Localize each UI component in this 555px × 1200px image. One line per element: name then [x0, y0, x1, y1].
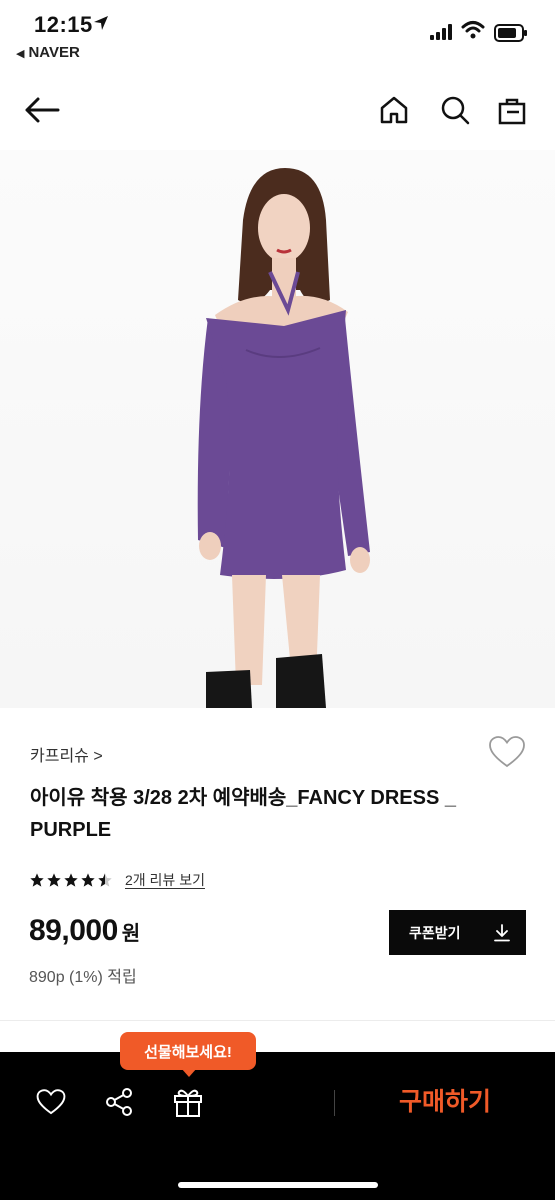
- battery-icon: [494, 24, 528, 47]
- star-half-icon: [98, 873, 112, 887]
- review-link[interactable]: 2개 리뷰 보기: [125, 870, 205, 890]
- back-arrow-icon[interactable]: [24, 92, 60, 128]
- home-icon[interactable]: [376, 92, 412, 128]
- back-triangle-icon: ◀: [16, 48, 25, 60]
- share-icon[interactable]: [101, 1084, 137, 1120]
- status-time: 12:15: [34, 12, 93, 37]
- location-arrow-icon: [93, 15, 109, 36]
- product-image[interactable]: [0, 150, 555, 708]
- bar-separator: [334, 1090, 335, 1116]
- gift-tooltip: 선물해보세요!: [120, 1032, 256, 1070]
- bottom-action-bar: 구매하기: [0, 1052, 555, 1200]
- product-title: 아이유 착용 3/28 2차 예약배송_FANCY DRESS _ PURPLE: [30, 787, 456, 841]
- back-to-app-link[interactable]: ◀ NAVER: [16, 44, 80, 61]
- wishlist-heart-icon[interactable]: [488, 735, 526, 774]
- download-icon: [494, 923, 510, 941]
- cellular-signal-icon: [430, 24, 454, 45]
- star-filled-icon: [30, 873, 44, 887]
- top-navigation: [0, 80, 555, 140]
- price-unit: 원: [121, 923, 141, 945]
- wifi-icon: [461, 20, 485, 45]
- section-divider: [0, 1020, 555, 1021]
- star-filled-icon: [47, 873, 61, 887]
- price-amount: 89,000: [29, 914, 118, 947]
- like-heart-icon[interactable]: [33, 1084, 69, 1120]
- rating-stars: [29, 872, 113, 888]
- model-in-dress-illustration: [197, 168, 370, 708]
- back-app-label: NAVER: [28, 44, 80, 61]
- star-filled-icon: [81, 873, 95, 887]
- status-bar: 12:15 ◀ NAVER: [0, 0, 555, 70]
- home-indicator: [178, 1182, 378, 1188]
- brand-link[interactable]: 카프리슈 >: [30, 742, 103, 766]
- search-icon[interactable]: [437, 92, 473, 128]
- coupon-button-label: 쿠폰받기: [409, 924, 461, 941]
- coupon-button[interactable]: 쿠폰받기: [389, 910, 526, 955]
- buy-button[interactable]: 구매하기: [380, 1082, 510, 1118]
- shopping-bag-icon[interactable]: [494, 92, 530, 128]
- star-filled-icon: [64, 873, 78, 887]
- price: 89,000 원: [29, 914, 140, 948]
- rating-row: 2개 리뷰 보기: [29, 870, 205, 890]
- gift-tooltip-tail: [181, 1068, 197, 1077]
- gift-icon[interactable]: [170, 1084, 206, 1120]
- reward-points: 890p (1%) 적립: [29, 969, 137, 986]
